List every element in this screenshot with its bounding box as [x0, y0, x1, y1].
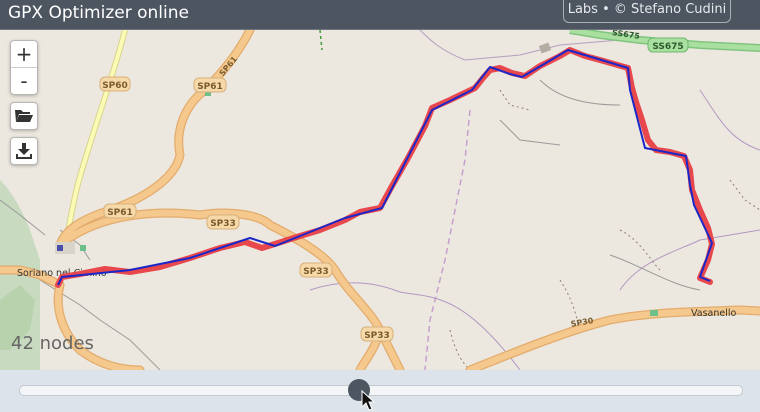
road-label-sp33-c: SP33 [360, 326, 394, 342]
road-label-sp33-a: SP33 [206, 214, 240, 230]
svg-text:SP61: SP61 [107, 208, 133, 218]
app-title: GPX Optimizer online [8, 3, 189, 23]
mouse-cursor-icon [361, 390, 376, 411]
download-button[interactable] [11, 138, 37, 164]
svg-text:SP33: SP33 [364, 331, 390, 341]
zoom-in-button[interactable]: + [11, 41, 37, 68]
svg-text:SS675: SS675 [652, 42, 683, 52]
zoom-control: + - [10, 40, 38, 95]
svg-text:SP33: SP33 [210, 219, 236, 229]
folder-open-icon [15, 110, 33, 122]
svg-text:SP61: SP61 [197, 82, 223, 92]
road-label-sp60: SP60 [99, 76, 131, 92]
credits-link[interactable]: Labs • © Stefano Cudini [563, 0, 731, 23]
open-file-control [10, 102, 38, 130]
road-label-sp33-b: SP33 [299, 262, 333, 278]
simplify-slider-track[interactable] [19, 385, 743, 396]
svg-text:SP33: SP33 [303, 267, 329, 277]
download-control [10, 137, 38, 165]
road-label-sp61-left: SP61 [103, 203, 137, 219]
place-label-vasanello: Vasanello [691, 308, 736, 319]
node-count: 42 nodes [11, 333, 94, 354]
map-view[interactable]: SP60 SP61 SP61 SP61 SP33 SP33 SP33 SP30 … [0, 30, 760, 370]
title-bar: GPX Optimizer online Labs • © Stefano Cu… [0, 0, 760, 30]
slider-panel [0, 370, 760, 412]
zoom-out-button[interactable]: - [11, 68, 37, 94]
road-label-ss675-b: SS675 [647, 37, 689, 53]
download-icon [16, 143, 32, 159]
road-label-sp61-mid: SP61 [193, 77, 227, 93]
svg-text:SP60: SP60 [102, 81, 128, 91]
open-file-button[interactable] [11, 103, 37, 129]
map-canvas[interactable]: SP60 SP61 SP61 SP61 SP33 SP33 SP33 SP30 … [0, 30, 760, 370]
